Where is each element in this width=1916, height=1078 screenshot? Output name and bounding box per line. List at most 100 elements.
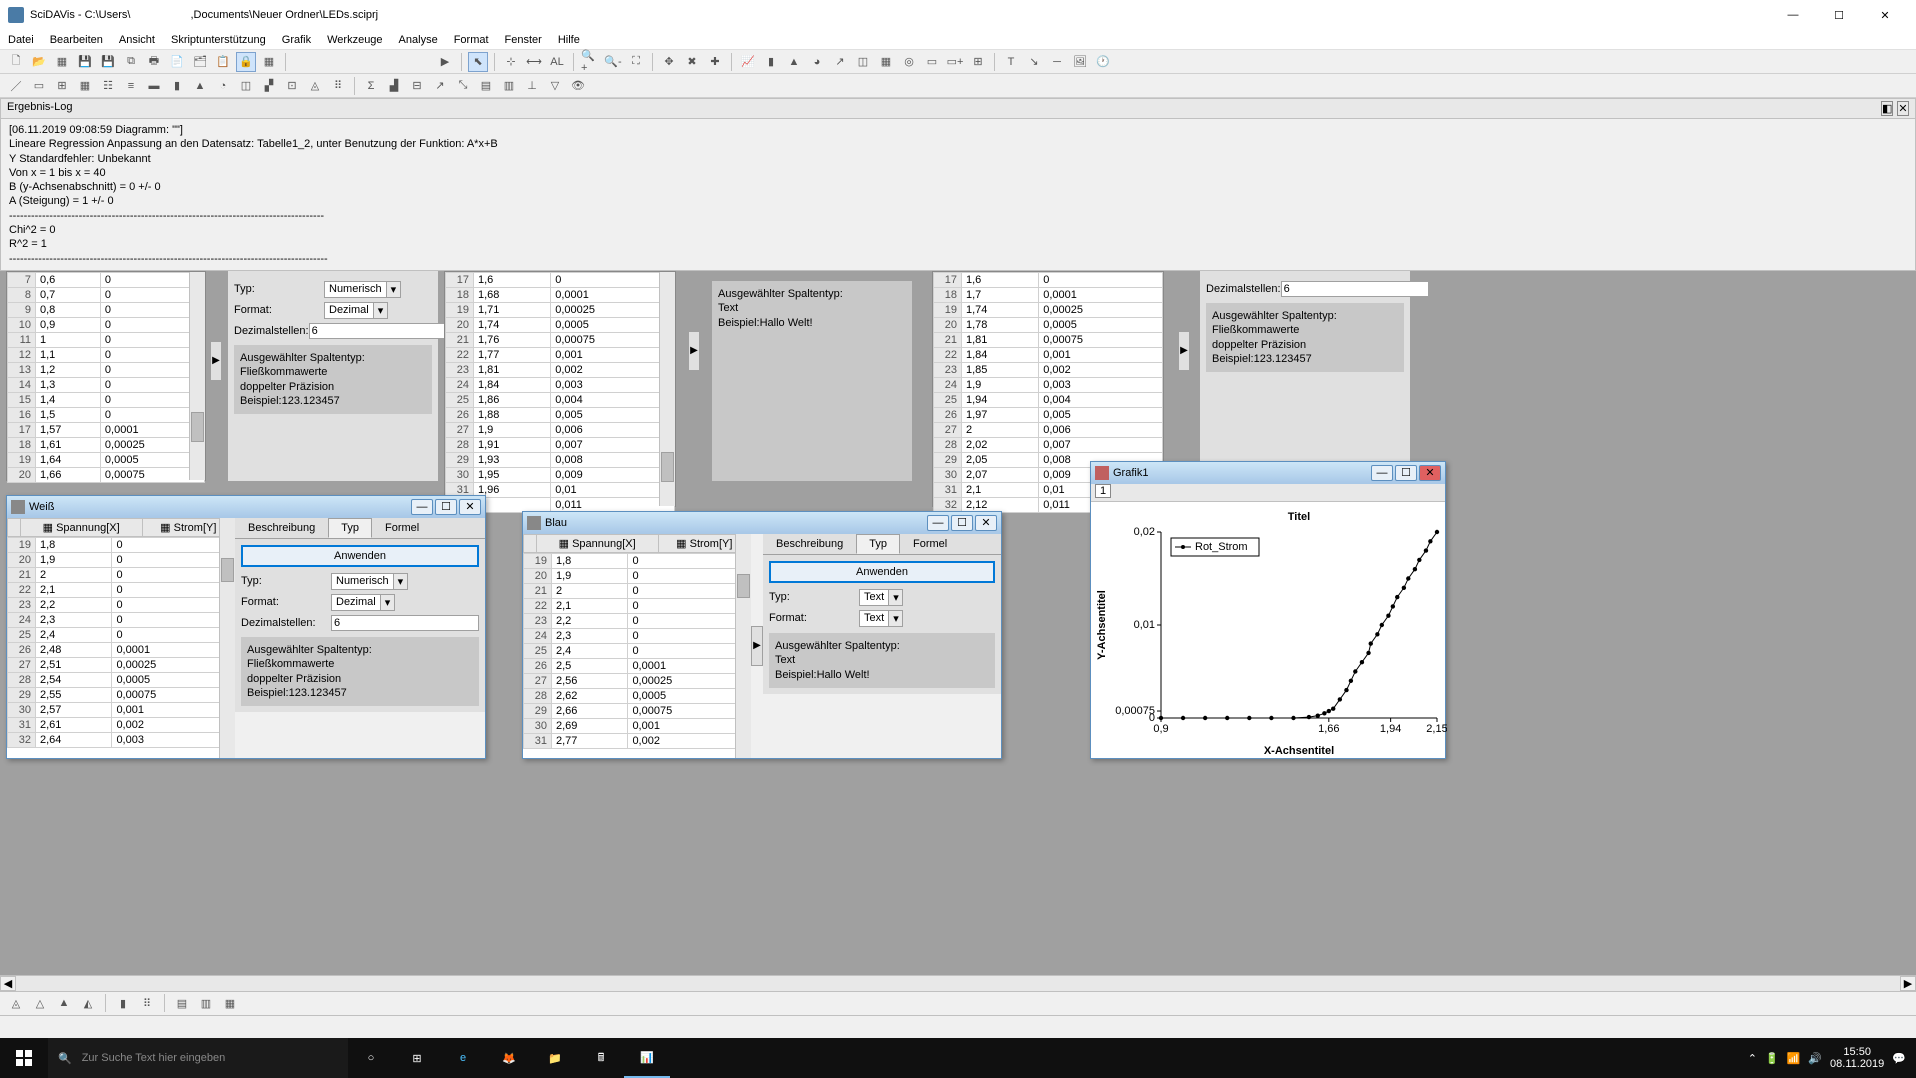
subwin-weiss[interactable]: Weiß ― ☐ ✕ ▦ Spannung[X]▦ Strom[Y] 191,8… xyxy=(6,495,486,759)
open-icon[interactable]: 📂 xyxy=(29,52,49,72)
subwin-min-icon[interactable]: ― xyxy=(411,499,433,515)
maximize-button[interactable]: ☐ xyxy=(1816,0,1862,30)
floor2-icon[interactable]: ▥ xyxy=(196,993,216,1013)
hist2-icon[interactable]: ⊥ xyxy=(522,76,542,96)
blau-format-select[interactable]: Text▾ xyxy=(859,610,903,627)
expand-panel-icon-2[interactable]: ▶ xyxy=(688,331,700,371)
apply-button-blau[interactable]: Anwenden xyxy=(769,561,995,583)
expand-blau-icon[interactable]: ▶ xyxy=(751,626,763,666)
tab-beschreibung[interactable]: Beschreibung xyxy=(235,518,328,538)
taskview-icon[interactable]: ⊞ xyxy=(394,1038,440,1078)
remove-point-icon[interactable]: ✖ xyxy=(682,52,702,72)
scroll-left-icon[interactable]: ◀ xyxy=(0,976,16,991)
cortana-icon[interactable]: ○ xyxy=(348,1038,394,1078)
table-bg2[interactable]: 171,60181,680,0001191,710,00025201,740,0… xyxy=(445,272,675,513)
firefox-icon[interactable]: 🦊 xyxy=(486,1038,532,1078)
cube-icon[interactable]: ◫ xyxy=(236,76,256,96)
subwin-close-icon[interactable]: ✕ xyxy=(1419,465,1441,481)
subwin-grafik[interactable]: Grafik1 ― ☐ ✕ 1 TitelRot_Strom00,000750,… xyxy=(1090,461,1446,759)
save-as-icon[interactable]: 💾 xyxy=(98,52,118,72)
menu-werkzeuge[interactable]: Werkzeuge xyxy=(327,34,382,46)
timestamp-icon[interactable]: 🕐 xyxy=(1093,52,1113,72)
minimize-button[interactable]: ― xyxy=(1770,0,1816,30)
pointer-icon[interactable]: ⬉ xyxy=(468,52,488,72)
tab-formel[interactable]: Formel xyxy=(372,518,432,538)
new-table-icon[interactable]: ▦ xyxy=(52,52,72,72)
tray-time[interactable]: 15:50 xyxy=(1830,1046,1884,1058)
subwin-max-icon[interactable]: ☐ xyxy=(1395,465,1417,481)
subwin-close-icon[interactable]: ✕ xyxy=(459,499,481,515)
table-weiss[interactable]: ▦ Spannung[X]▦ Strom[Y] xyxy=(7,518,235,537)
3d-plot-icon[interactable]: ◫ xyxy=(853,52,873,72)
mesh-icon[interactable]: ◬ xyxy=(305,76,325,96)
area-icon[interactable]: ▲ xyxy=(190,76,210,96)
menu-ansicht[interactable]: Ansicht xyxy=(119,34,155,46)
layer-icon[interactable]: ▭ xyxy=(922,52,942,72)
zoom-in-icon[interactable]: 🔍+ xyxy=(580,52,600,72)
type-select[interactable]: Numerisch▾ xyxy=(324,281,401,298)
save-icon[interactable]: 💾 xyxy=(75,52,95,72)
table-bg1[interactable]: 70,6080,7090,80100,901110121,10131,20141… xyxy=(7,272,205,483)
matrix-icon[interactable]: ▦ xyxy=(259,52,279,72)
blau-type-select[interactable]: Text▾ xyxy=(859,589,903,606)
boxes-icon[interactable]: ⊞ xyxy=(52,76,72,96)
contour-icon[interactable]: ◎ xyxy=(899,52,919,72)
edge-icon[interactable]: e xyxy=(440,1038,486,1078)
add-point-icon[interactable]: ✚ xyxy=(705,52,725,72)
export-pdf-icon[interactable]: 📄 xyxy=(167,52,187,72)
tray-notifications-icon[interactable]: 💬 xyxy=(1892,1052,1906,1065)
text-icon[interactable]: T xyxy=(1001,52,1021,72)
3d-scatter-icon[interactable]: ⠿ xyxy=(137,993,157,1013)
binocular-icon[interactable]: 👁 xyxy=(568,76,588,96)
subwin-blau[interactable]: Blau ― ☐ ✕ ▦ Spannung[X]▦ Strom[Y] 191,8… xyxy=(522,511,1002,759)
floor-icon[interactable]: ▤ xyxy=(172,993,192,1013)
box-icon[interactable]: ▭ xyxy=(29,76,49,96)
scroll-right-icon[interactable]: ▶ xyxy=(1900,976,1916,991)
line-icon[interactable]: ─ xyxy=(1047,52,1067,72)
tray-wifi-icon[interactable]: 📶 xyxy=(1787,1052,1801,1065)
zoom-out-icon[interactable]: 🔍- xyxy=(603,52,623,72)
menu-bearbeiten[interactable]: Bearbeiten xyxy=(50,34,103,46)
tray-date[interactable]: 08.11.2019 xyxy=(1830,1058,1884,1070)
tab-beschreibung[interactable]: Beschreibung xyxy=(763,534,856,554)
add-layer-icon[interactable]: ▭+ xyxy=(945,52,965,72)
menu-format[interactable]: Format xyxy=(454,34,489,46)
menu-grafik[interactable]: Grafik xyxy=(282,34,311,46)
hbar-icon[interactable]: ▬ xyxy=(144,76,164,96)
grid-icon[interactable]: ▦ xyxy=(75,76,95,96)
expand-panel-icon[interactable]: ▶ xyxy=(210,341,222,381)
expand-panel-icon-3[interactable]: ▶ xyxy=(1178,331,1190,371)
pie-plot-icon[interactable]: ◕ xyxy=(807,52,827,72)
log-float-icon[interactable]: ◧ xyxy=(1881,101,1893,116)
select-range-icon[interactable]: ⟷ xyxy=(524,52,544,72)
move-point-icon[interactable]: ✥ xyxy=(659,52,679,72)
3d-poly-icon[interactable]: ▲ xyxy=(54,993,74,1013)
bar-plot-icon[interactable]: ▮ xyxy=(761,52,781,72)
columns-icon[interactable]: ☷ xyxy=(98,76,118,96)
tab-typ[interactable]: Typ xyxy=(328,518,372,538)
image-icon[interactable]: 🖼 xyxy=(1070,52,1090,72)
surface2-icon[interactable]: ▞ xyxy=(259,76,279,96)
chart-area[interactable]: TitelRot_Strom00,000750,010,020,91,661,9… xyxy=(1091,502,1445,758)
menu-fenster[interactable]: Fenster xyxy=(505,34,542,46)
table-blau[interactable]: ▦ Spannung[X]▦ Strom[Y] xyxy=(523,534,751,553)
decimals-input[interactable] xyxy=(309,323,457,339)
scatter3d-icon[interactable]: ⠿ xyxy=(328,76,348,96)
stacked2-icon[interactable]: ▥ xyxy=(499,76,519,96)
taskbar-search[interactable]: 🔍 Zur Suche Text hier eingeben xyxy=(48,1038,348,1078)
tray-battery-icon[interactable]: 🔋 xyxy=(1765,1052,1779,1065)
surface-icon[interactable]: ▦ xyxy=(876,52,896,72)
pie2-icon[interactable]: ◔ xyxy=(213,76,233,96)
print-icon[interactable]: 🖶 xyxy=(144,52,164,72)
vec-xyxy-icon[interactable]: ⤡ xyxy=(453,76,473,96)
subwin-close-icon[interactable]: ✕ xyxy=(975,515,997,531)
floor3-icon[interactable]: ▦ xyxy=(220,993,240,1013)
arrow-icon[interactable]: ↘ xyxy=(1024,52,1044,72)
menu-hilfe[interactable]: Hilfe xyxy=(558,34,580,46)
explorer-icon[interactable]: 📁 xyxy=(532,1038,578,1078)
start-button[interactable] xyxy=(0,1038,48,1078)
boxplot-icon[interactable]: ⊟ xyxy=(407,76,427,96)
decimals-input-3[interactable] xyxy=(1281,281,1429,297)
run-script-icon[interactable]: ▶ xyxy=(435,52,455,72)
vec-xy-icon[interactable]: ↗ xyxy=(430,76,450,96)
